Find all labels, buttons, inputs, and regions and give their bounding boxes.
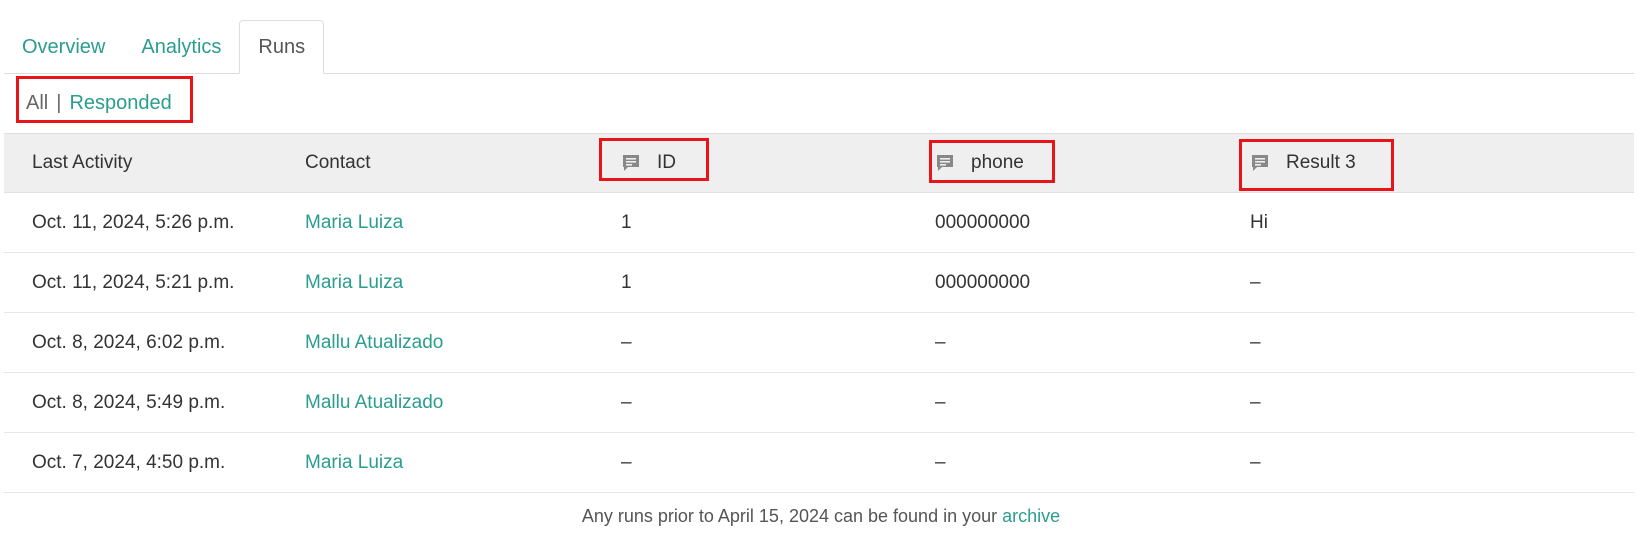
cell-result3: – [1250,452,1261,473]
cell-last-activity: Oct. 8, 2024, 5:49 p.m. [32,392,226,413]
runs-table: Last Activity Contact ID phone Result 3 … [4,133,1634,493]
comment-icon [1252,155,1268,171]
cell-id: – [621,392,632,413]
filter-responded[interactable]: Responded [69,90,171,116]
cell-id: – [621,452,632,473]
cell-contact-link[interactable]: Mallu Atualizado [305,313,443,372]
cell-last-activity: Oct. 11, 2024, 5:26 p.m. [32,212,235,233]
table-row: Oct. 7, 2024, 4:50 p.m. Maria Luiza – – … [4,433,1634,493]
cell-contact-link[interactable]: Mallu Atualizado [305,373,443,432]
header-contact: Contact [305,152,371,173]
cell-contact-link[interactable]: Maria Luiza [305,433,403,492]
cell-contact-link[interactable]: Maria Luiza [305,253,403,312]
cell-id: – [621,332,632,353]
table-row: Oct. 11, 2024, 5:21 p.m. Maria Luiza 1 0… [4,253,1634,313]
tab-analytics[interactable]: Analytics [123,21,239,73]
header-phone: phone [935,134,1024,192]
header-result3-label: Result 3 [1286,152,1356,173]
tab-overview[interactable]: Overview [4,21,123,73]
tab-runs[interactable]: Runs [239,20,325,74]
cell-phone: 000000000 [935,212,1031,233]
cell-contact-link[interactable]: Maria Luiza [305,193,403,252]
header-id-label: ID [657,152,676,173]
table-row: Oct. 11, 2024, 5:26 p.m. Maria Luiza 1 0… [4,193,1634,253]
cell-last-activity: Oct. 7, 2024, 4:50 p.m. [32,452,226,473]
cell-result3: – [1250,272,1261,293]
cell-id: 1 [621,272,632,293]
filter-all[interactable]: All [26,90,48,116]
runs-page: Overview Analytics Runs All | Responded … [0,0,1642,541]
comment-icon [937,155,953,171]
cell-phone: – [935,392,946,413]
table-row: Oct. 8, 2024, 5:49 p.m. Mallu Atualizado… [4,373,1634,433]
archive-note-text: Any runs prior to April 15, 2024 can be … [581,506,1003,526]
table-row: Oct. 8, 2024, 6:02 p.m. Mallu Atualizado… [4,313,1634,373]
header-last-activity: Last Activity [32,152,133,173]
cell-id: 1 [621,212,632,233]
table-header: Last Activity Contact ID phone Result 3 [4,133,1634,193]
header-result3: Result 3 [1250,134,1356,192]
cell-last-activity: Oct. 8, 2024, 6:02 p.m. [32,332,226,353]
header-phone-label: phone [971,152,1024,173]
cell-last-activity: Oct. 11, 2024, 5:21 p.m. [32,272,235,293]
tab-bar: Overview Analytics Runs [4,20,1634,74]
cell-result3: – [1250,392,1261,413]
archive-note: Any runs prior to April 15, 2024 can be … [0,506,1642,527]
header-id: ID [621,134,676,192]
cell-result3: – [1250,332,1261,353]
cell-phone: 000000000 [935,272,1031,293]
runs-filter: All | Responded [26,90,172,116]
cell-phone: – [935,452,946,473]
cell-result3: Hi [1250,212,1268,233]
archive-link[interactable]: archive [1002,506,1060,526]
filter-separator: | [56,92,62,114]
comment-icon [623,155,639,171]
cell-phone: – [935,332,946,353]
